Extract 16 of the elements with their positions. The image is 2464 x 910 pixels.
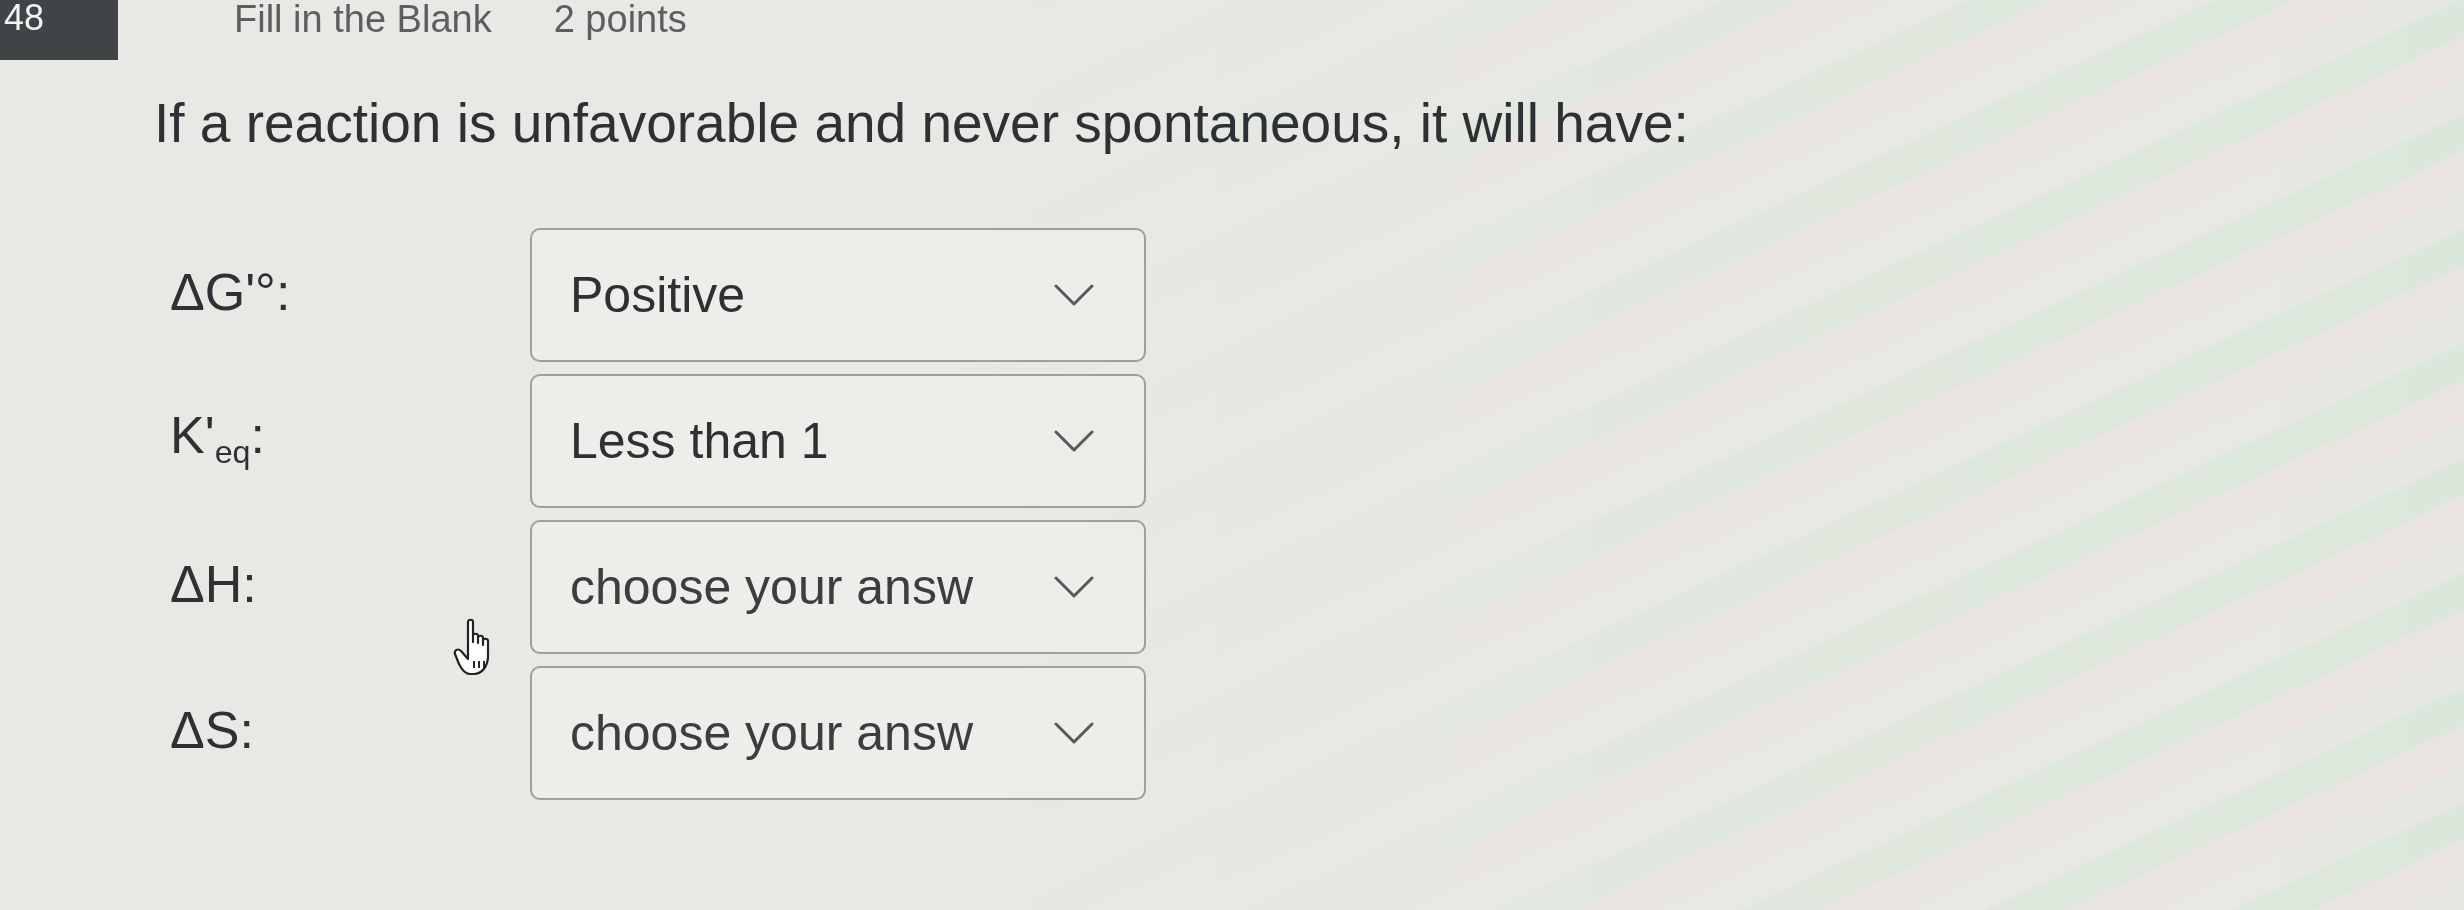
answer-dropdown[interactable]: Less than 1 [530, 374, 1146, 508]
blank-label: ΔS: [170, 700, 254, 761]
points-label: 2 points [553, 0, 687, 38]
blank-label: ΔH: [170, 554, 257, 615]
chevron-down-icon [1054, 429, 1094, 453]
answer-dropdown[interactable]: choose your answ [530, 666, 1146, 800]
question-type-label: Fill in the Blank [234, 0, 492, 38]
chevron-down-icon [1054, 283, 1094, 307]
chevron-down-icon [1054, 575, 1094, 599]
question-number-badge: 48 [0, 0, 118, 60]
answer-dropdown[interactable]: choose your answ [530, 520, 1146, 654]
blank-label: K'$_{eq}$: [170, 405, 265, 472]
blank-label: ΔG'°: [170, 262, 291, 323]
answer-dropdown[interactable]: Positive [530, 228, 1146, 362]
question-text: If a reaction is unfavorable and never spontaneous, it will have: [154, 91, 1689, 156]
chevron-down-icon [1054, 721, 1094, 745]
